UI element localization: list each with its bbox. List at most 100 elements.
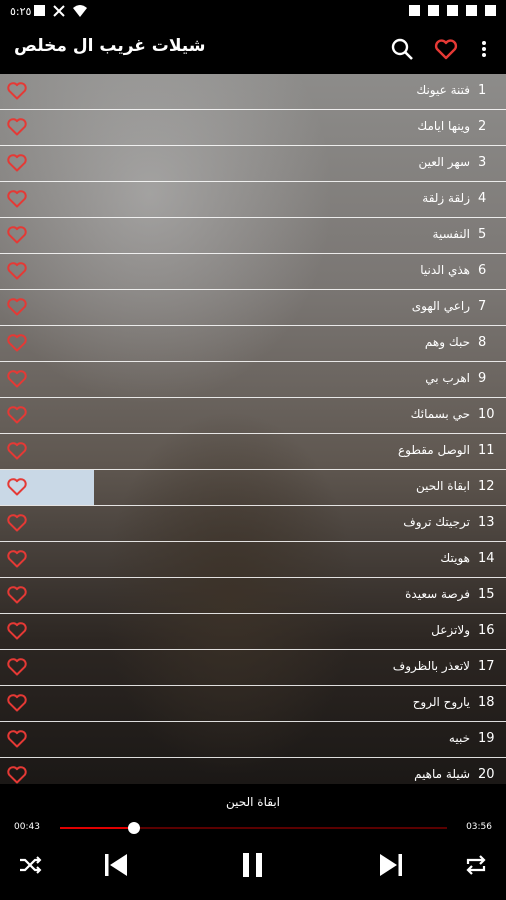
heart-icon[interactable] — [434, 37, 458, 61]
song-title: الوصل مقطوع — [398, 443, 470, 457]
favorite-heart-icon[interactable] — [7, 766, 27, 784]
song-row[interactable]: 9 اهرب بي — [0, 362, 506, 398]
status-square-icon — [466, 5, 477, 16]
status-square-icon — [428, 5, 439, 16]
song-row[interactable]: 1 فتنة عيونك — [0, 74, 506, 110]
song-number: 8 — [478, 335, 487, 350]
page-title: شيلات غريب ال مخلص — [14, 36, 206, 56]
more-vert-icon[interactable] — [478, 37, 502, 61]
song-row[interactable]: 19 خبيه — [0, 722, 506, 758]
song-row[interactable]: 18 ياروح الروح — [0, 686, 506, 722]
song-number: 19 — [478, 731, 495, 746]
seek-handle[interactable] — [127, 822, 140, 834]
status-bar: ٥:٢٥ — [0, 0, 506, 24]
song-number: 2 — [478, 119, 487, 134]
favorite-heart-icon[interactable] — [7, 442, 27, 460]
song-title: ترجيتك تروف — [403, 515, 470, 529]
song-row[interactable]: 6 هذي الدنيا — [0, 254, 506, 290]
song-list: 1 فتنة عيونك 2 وينها ايامك 3 سهر العين 4 زلقة ز… — [0, 74, 506, 784]
song-number: 11 — [478, 443, 495, 458]
status-right-icons — [409, 5, 496, 16]
song-number: 3 — [478, 155, 487, 170]
favorite-heart-icon[interactable] — [7, 478, 27, 496]
song-row[interactable]: 8 حبك وهم — [0, 326, 506, 362]
song-row[interactable]: 17 لاتعذر بالظروف — [0, 650, 506, 686]
song-title: هذي الدنيا — [420, 263, 470, 277]
favorite-heart-icon[interactable] — [7, 550, 27, 568]
song-number: 20 — [478, 767, 495, 782]
song-row[interactable]: 10 حي بسمائك — [0, 398, 506, 434]
player-bar: ابقاة الحين 00:43 03:56 — [0, 784, 506, 900]
favorite-heart-icon[interactable] — [7, 658, 27, 676]
pause-icon[interactable] — [240, 851, 266, 879]
song-number: 17 — [478, 659, 495, 674]
song-number: 9 — [478, 371, 487, 386]
song-row[interactable]: 13 ترجيتك تروف — [0, 506, 506, 542]
shuffle-icon[interactable] — [18, 851, 42, 879]
song-number: 1 — [478, 83, 487, 98]
song-number: 12 — [478, 479, 495, 494]
favorite-heart-icon[interactable] — [7, 190, 27, 208]
app-bar: شيلات غريب ال مخلص — [0, 24, 506, 74]
song-row[interactable]: 5 النفسية — [0, 218, 506, 254]
favorite-heart-icon[interactable] — [7, 118, 27, 136]
song-title: راعي الهوى — [411, 299, 470, 313]
favorite-heart-icon[interactable] — [7, 262, 27, 280]
song-number: 16 — [478, 623, 495, 638]
song-title: خبيه — [448, 731, 470, 745]
song-row[interactable]: 4 زلقة زلقة — [0, 182, 506, 218]
favorite-heart-icon[interactable] — [7, 334, 27, 352]
favorite-heart-icon[interactable] — [7, 406, 27, 424]
song-row[interactable]: 7 راعي الهوى — [0, 290, 506, 326]
status-left-icons — [34, 5, 87, 20]
song-title: حبك وهم — [424, 335, 470, 349]
song-title: فتنة عيونك — [416, 83, 470, 97]
song-title: هويتك — [440, 551, 470, 565]
song-row[interactable]: 15 فرصة سعيدة — [0, 578, 506, 614]
song-row[interactable]: 20 شيلة ماهيم — [0, 758, 506, 784]
favorite-heart-icon[interactable] — [7, 730, 27, 748]
song-row[interactable]: 12 ابقاة الحين — [0, 470, 506, 506]
song-row[interactable]: 14 هويتك — [0, 542, 506, 578]
song-number: 14 — [478, 551, 495, 566]
song-number: 7 — [478, 299, 487, 314]
no-sim-icon — [53, 5, 65, 20]
search-icon[interactable] — [390, 37, 414, 61]
favorite-heart-icon[interactable] — [7, 514, 27, 532]
now-playing-title: ابقاة الحين — [226, 795, 280, 809]
song-title: لاتعذر بالظروف — [392, 659, 470, 673]
song-number: 15 — [478, 587, 495, 602]
favorite-heart-icon[interactable] — [7, 586, 27, 604]
song-title: ياروح الروح — [412, 695, 470, 709]
song-number: 18 — [478, 695, 495, 710]
seek-progress — [60, 827, 134, 829]
favorite-heart-icon[interactable] — [7, 226, 27, 244]
status-time: ٥:٢٥ — [10, 5, 32, 18]
song-number: 13 — [478, 515, 495, 530]
song-row[interactable]: 11 الوصل مقطوع — [0, 434, 506, 470]
song-number: 10 — [478, 407, 495, 422]
notification-icon — [34, 5, 45, 16]
song-title: وينها ايامك — [417, 119, 470, 133]
favorite-heart-icon[interactable] — [7, 370, 27, 388]
favorite-heart-icon[interactable] — [7, 298, 27, 316]
song-number: 6 — [478, 263, 487, 278]
next-icon[interactable] — [378, 851, 404, 879]
song-title: حي بسمائك — [410, 407, 470, 421]
song-row[interactable]: 16 ولاتزعل — [0, 614, 506, 650]
seek-bar[interactable] — [60, 822, 447, 834]
favorite-heart-icon[interactable] — [7, 694, 27, 712]
song-row[interactable]: 2 وينها ايامك — [0, 110, 506, 146]
song-row[interactable]: 3 سهر العين — [0, 146, 506, 182]
song-title: زلقة زلقة — [422, 191, 470, 205]
repeat-icon[interactable] — [464, 851, 488, 879]
elapsed-time: 00:43 — [14, 822, 40, 832]
duration-time: 03:56 — [466, 822, 492, 832]
favorite-heart-icon[interactable] — [7, 622, 27, 640]
status-square-icon — [409, 5, 420, 16]
status-square-icon — [447, 5, 458, 16]
favorite-heart-icon[interactable] — [7, 82, 27, 100]
status-square-icon — [485, 5, 496, 16]
favorite-heart-icon[interactable] — [7, 154, 27, 172]
previous-icon[interactable] — [103, 851, 129, 879]
